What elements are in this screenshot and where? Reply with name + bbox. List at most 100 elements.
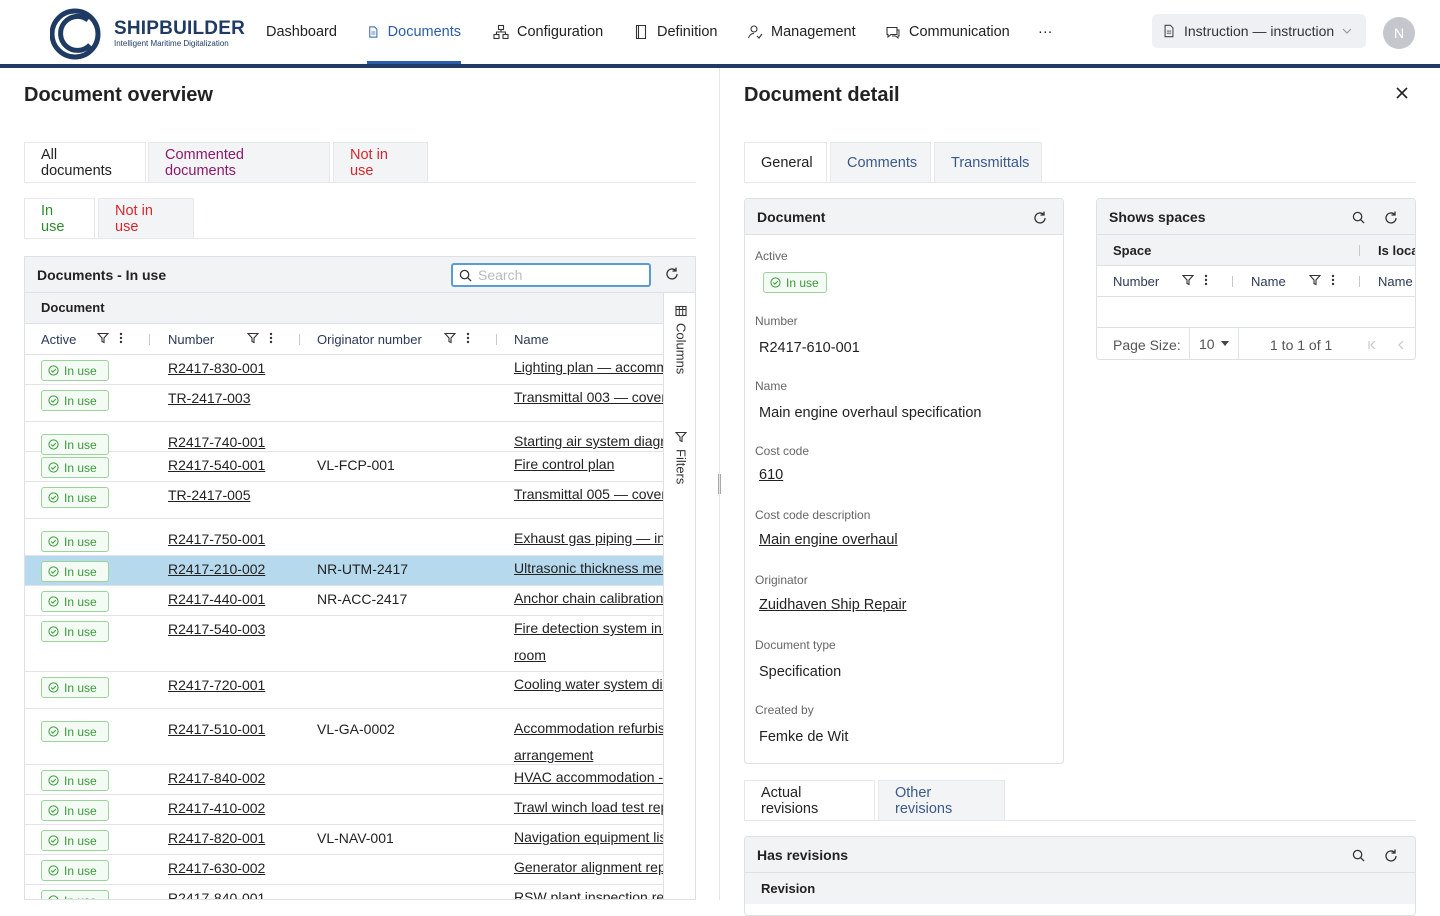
kebab-menu-icon[interactable]: [466, 332, 470, 344]
spaces-col-local-name[interactable]: Name: [1378, 266, 1413, 297]
page-size-select[interactable]: 10: [1189, 328, 1239, 359]
table-row[interactable]: In use R2417-540-003 Fire detection system…: [25, 616, 663, 672]
table-row[interactable]: In use R2417-830-001 Lighting plan — accom…: [25, 355, 663, 385]
tab-actual-revisions[interactable]: Actual revisions: [744, 780, 875, 820]
col-separator[interactable]: [1232, 276, 1233, 287]
filter-icon[interactable]: [1182, 274, 1194, 286]
col-separator[interactable]: [149, 334, 150, 345]
col-originator-number[interactable]: Originator number: [317, 324, 422, 355]
brand-logo[interactable]: SHIPBUILDER Intelligent Maritime Digital…: [50, 8, 250, 60]
search-input[interactable]: [478, 267, 638, 283]
document-name-link[interactable]: Fire control plan: [514, 451, 663, 478]
tab-general[interactable]: General: [744, 142, 827, 182]
tab-all-documents[interactable]: All documents: [24, 142, 146, 182]
filter-icon[interactable]: [247, 332, 259, 344]
nav-more[interactable]: ···: [1038, 0, 1053, 64]
col-separator[interactable]: [1359, 245, 1360, 256]
nav-management[interactable]: Management: [747, 0, 856, 64]
document-number-link[interactable]: R2417-540-003: [168, 621, 265, 637]
document-name-link[interactable]: HVAC accommodation - ducting: [514, 764, 663, 791]
document-number-link[interactable]: R2417-510-001: [168, 721, 265, 737]
tab-not-in-use[interactable]: Not in use: [333, 142, 428, 182]
refresh-icon[interactable]: [664, 266, 680, 282]
table-row[interactable]: In use TR-2417-003 Transmittal 003 — cover: [25, 385, 663, 422]
refresh-icon[interactable]: [1383, 210, 1399, 226]
tab-commented-documents[interactable]: Commented documents: [148, 142, 330, 182]
document-name-link[interactable]: RSW plant inspection report: [514, 884, 663, 899]
kebab-menu-icon[interactable]: [1331, 274, 1335, 286]
table-row[interactable]: In use R2417-410-002 Trawl winch load test…: [25, 795, 663, 825]
search-icon[interactable]: [1352, 849, 1365, 862]
kebab-menu-icon[interactable]: [119, 332, 123, 344]
table-row[interactable]: In use R2417-820-001 VL-NAV-001 Navigation …: [25, 825, 663, 855]
col-active[interactable]: Active: [41, 324, 76, 355]
nav-communication[interactable]: Communication: [885, 0, 1010, 64]
table-row[interactable]: In use R2417-840-002 HVAC accommodation - …: [25, 765, 663, 795]
document-number-link[interactable]: TR-2417-003: [168, 390, 251, 406]
document-name-link[interactable]: Lighting plan — accommodation: [514, 354, 663, 381]
col-separator[interactable]: [496, 334, 497, 345]
col-name[interactable]: Name: [514, 324, 549, 355]
cost-code-description-link[interactable]: Main engine overhaul: [759, 532, 898, 548]
previous-page-icon[interactable]: [1396, 340, 1406, 350]
document-name-link[interactable]: Fire detection system in engine: [514, 615, 663, 642]
document-number-link[interactable]: R2417-840-002: [168, 770, 265, 786]
columns-panel-button[interactable]: Columns: [664, 305, 695, 374]
document-number-link[interactable]: R2417-840-001: [168, 890, 265, 899]
document-number-link[interactable]: R2417-410-002: [168, 800, 265, 816]
subtab-in-use[interactable]: In use: [24, 198, 95, 238]
kebab-menu-icon[interactable]: [1204, 274, 1208, 286]
document-name-link[interactable]: Trawl winch load test report: [514, 794, 663, 821]
nav-documents[interactable]: Documents: [367, 0, 461, 64]
col-number[interactable]: Number: [168, 324, 214, 355]
table-row[interactable]: In use R2417-540-001 VL-FCP-001 Fire contro…: [25, 452, 663, 482]
tab-other-revisions[interactable]: Other revisions: [878, 780, 1005, 820]
close-icon[interactable]: [1396, 87, 1408, 99]
col-separator[interactable]: [299, 334, 300, 345]
document-number-link[interactable]: R2417-440-001: [168, 591, 265, 607]
document-number-link[interactable]: R2417-740-001: [168, 434, 265, 450]
spaces-col-number[interactable]: Number: [1113, 266, 1159, 297]
col-separator[interactable]: [1359, 276, 1360, 287]
refresh-icon[interactable]: [1032, 210, 1048, 226]
nav-dashboard[interactable]: Dashboard: [266, 0, 337, 64]
document-number-link[interactable]: R2417-750-001: [168, 531, 265, 547]
table-row[interactable]: In use R2417-750-001 Exhaust gas piping — …: [25, 519, 663, 556]
document-number-link[interactable]: R2417-540-001: [168, 457, 265, 473]
table-row[interactable]: In use R2417-440-001 NR-ACC-2417 Anchor cha…: [25, 586, 663, 616]
originator-link[interactable]: Zuidhaven Ship Repair: [759, 597, 907, 613]
avatar[interactable]: N: [1383, 17, 1415, 49]
document-name-link-cont[interactable]: room: [514, 642, 663, 669]
tab-transmittals[interactable]: Transmittals: [934, 142, 1042, 182]
document-name-link[interactable]: Anchor chain calibration: [514, 585, 663, 612]
table-row[interactable]: In use R2417-740-001 Starting air system d…: [25, 422, 663, 455]
refresh-icon[interactable]: [1383, 848, 1399, 864]
search-icon[interactable]: [1352, 211, 1365, 224]
table-row[interactable]: In use R2417-720-001 Cooling water system …: [25, 672, 663, 709]
filters-panel-button[interactable]: Filters: [664, 431, 695, 484]
document-name-link[interactable]: Cooling water system diagram: [514, 671, 663, 698]
document-name-link[interactable]: Transmittal 005 — cover: [514, 481, 663, 508]
table-row[interactable]: In use R2417-510-001 VL-GA-0002 Accommodati…: [25, 709, 663, 765]
spaces-col-name[interactable]: Name: [1251, 266, 1286, 297]
document-name-link[interactable]: Ultrasonic thickness measurement: [514, 555, 663, 582]
document-number-link[interactable]: TR-2417-005: [168, 487, 251, 503]
document-number-link[interactable]: R2417-820-001: [168, 830, 265, 846]
subtab-not-in-use[interactable]: Not in use: [98, 198, 194, 238]
table-row[interactable]: In use R2417-630-002 Generator alignment r…: [25, 855, 663, 885]
document-name-link[interactable]: Navigation equipment list: [514, 824, 663, 851]
document-number-link[interactable]: R2417-830-001: [168, 360, 265, 376]
first-page-icon[interactable]: [1367, 340, 1377, 350]
filter-icon[interactable]: [1309, 274, 1321, 286]
nav-configuration[interactable]: Configuration: [493, 0, 603, 64]
document-name-link[interactable]: Accommodation refurbishment: [514, 715, 663, 742]
cost-code-link[interactable]: 610: [759, 467, 783, 483]
document-number-link[interactable]: R2417-720-001: [168, 677, 265, 693]
filter-icon[interactable]: [97, 332, 109, 344]
table-row[interactable]: In use R2417-210-002 NR-UTM-2417 Ultrasonic…: [25, 556, 663, 586]
document-name-link[interactable]: Exhaust gas piping — insulation: [514, 525, 663, 552]
table-row[interactable]: In use R2417-840-001 RSW plant inspection …: [25, 884, 663, 899]
table-row[interactable]: In use TR-2417-005 Transmittal 005 — cover: [25, 482, 663, 519]
document-number-link[interactable]: R2417-630-002: [168, 860, 265, 876]
document-name-link[interactable]: Generator alignment report: [514, 854, 663, 881]
